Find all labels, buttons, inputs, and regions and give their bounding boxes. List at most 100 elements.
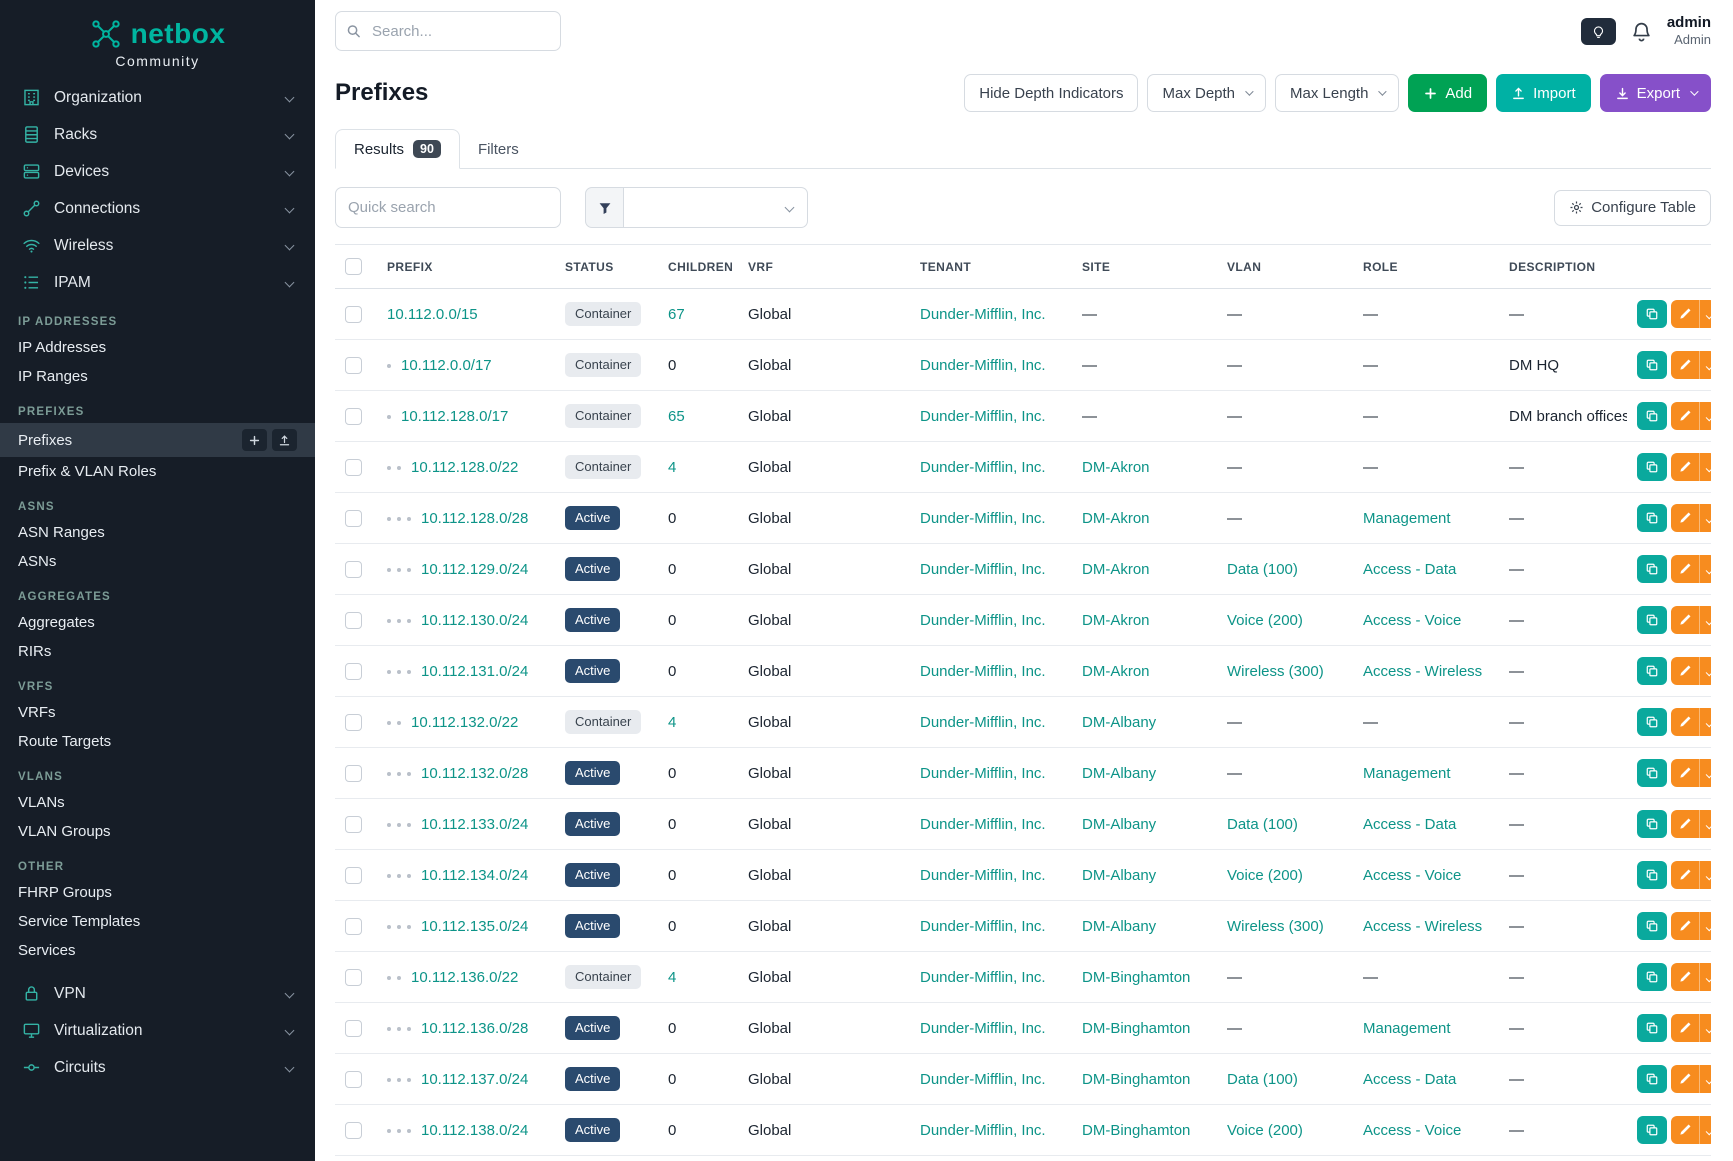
row-checkbox[interactable]: [345, 765, 362, 782]
sidebar-item-racks[interactable]: Racks: [0, 116, 315, 153]
prefix-link[interactable]: 10.112.132.0/28: [421, 765, 528, 782]
clone-button[interactable]: [1637, 759, 1667, 787]
clone-button[interactable]: [1637, 810, 1667, 838]
sidebar-item-fhrp-groups[interactable]: FHRP Groups: [0, 878, 315, 907]
edit-button[interactable]: [1671, 351, 1699, 379]
prefix-link[interactable]: 10.112.137.0/24: [421, 1071, 528, 1088]
sidebar-item-connections[interactable]: Connections: [0, 190, 315, 227]
export-button[interactable]: Export: [1600, 74, 1711, 112]
sidebar-item-prefix-vlan-roles[interactable]: Prefix & VLAN Roles: [0, 457, 315, 486]
edit-button[interactable]: [1671, 1014, 1699, 1042]
prefix-link[interactable]: 10.112.135.0/24: [421, 918, 528, 935]
edit-button[interactable]: [1671, 810, 1699, 838]
clone-button[interactable]: [1637, 453, 1667, 481]
edit-dropdown-button[interactable]: [1699, 810, 1711, 838]
edit-dropdown-button[interactable]: [1699, 504, 1711, 532]
edit-button[interactable]: [1671, 657, 1699, 685]
tenant-link[interactable]: Dunder-Mifflin, Inc.: [920, 969, 1046, 986]
edit-dropdown-button[interactable]: [1699, 861, 1711, 889]
edit-dropdown-button[interactable]: [1699, 555, 1711, 583]
column-header-children[interactable]: CHILDREN: [658, 245, 738, 289]
clone-button[interactable]: [1637, 708, 1667, 736]
sidebar-item-organization[interactable]: Organization: [0, 79, 315, 116]
prefix-link[interactable]: 10.112.133.0/24: [421, 816, 528, 833]
clone-button[interactable]: [1637, 912, 1667, 940]
tenant-link[interactable]: Dunder-Mifflin, Inc.: [920, 561, 1046, 578]
prefix-link[interactable]: 10.112.129.0/24: [421, 561, 528, 578]
row-checkbox[interactable]: [345, 459, 362, 476]
sidebar-item-devices[interactable]: Devices: [0, 153, 315, 190]
notifications-button[interactable]: [1631, 21, 1652, 42]
sidebar-item-asn-ranges[interactable]: ASN Ranges: [0, 518, 315, 547]
edit-dropdown-button[interactable]: [1699, 606, 1711, 634]
row-checkbox[interactable]: [345, 357, 362, 374]
import-button[interactable]: Import: [1496, 74, 1591, 112]
column-header-description[interactable]: DESCRIPTION: [1499, 245, 1627, 289]
prefix-link[interactable]: 10.112.0.0/15: [387, 306, 478, 323]
clone-button[interactable]: [1637, 1065, 1667, 1093]
vlan-link[interactable]: Wireless (300): [1227, 663, 1324, 680]
sidebar-item-route-targets[interactable]: Route Targets: [0, 727, 315, 756]
sidebar-item-virtualization[interactable]: Virtualization: [0, 1012, 315, 1049]
row-checkbox[interactable]: [345, 918, 362, 935]
edit-dropdown-button[interactable]: [1699, 759, 1711, 787]
prefix-link[interactable]: 10.112.131.0/24: [421, 663, 528, 680]
row-checkbox[interactable]: [345, 1122, 362, 1139]
tenant-link[interactable]: Dunder-Mifflin, Inc.: [920, 918, 1046, 935]
row-checkbox[interactable]: [345, 408, 362, 425]
tenant-link[interactable]: Dunder-Mifflin, Inc.: [920, 816, 1046, 833]
tenant-link[interactable]: Dunder-Mifflin, Inc.: [920, 408, 1046, 425]
role-link[interactable]: Access - Data: [1363, 816, 1456, 833]
edit-button[interactable]: [1671, 759, 1699, 787]
clone-button[interactable]: [1637, 402, 1667, 430]
clone-button[interactable]: [1637, 606, 1667, 634]
tab-results[interactable]: Results 90: [335, 129, 460, 169]
sidebar-item-rirs[interactable]: RIRs: [0, 637, 315, 666]
prefix-link[interactable]: 10.112.128.0/17: [401, 408, 508, 425]
tab-filters[interactable]: Filters: [460, 129, 537, 169]
edit-button[interactable]: [1671, 1116, 1699, 1144]
column-header-prefix[interactable]: PREFIX: [377, 245, 555, 289]
sidebar-item-circuits[interactable]: Circuits: [0, 1049, 315, 1086]
max-length-dropdown[interactable]: Max Length: [1275, 74, 1399, 112]
sidebar-item-asns[interactable]: ASNs: [0, 547, 315, 576]
row-checkbox[interactable]: [345, 663, 362, 680]
clone-button[interactable]: [1637, 351, 1667, 379]
clone-button[interactable]: [1637, 555, 1667, 583]
site-link[interactable]: DM-Binghamton: [1082, 969, 1190, 986]
site-link[interactable]: DM-Akron: [1082, 612, 1150, 629]
column-header-status[interactable]: STATUS: [555, 245, 658, 289]
site-link[interactable]: DM-Akron: [1082, 459, 1150, 476]
vlan-link[interactable]: Wireless (300): [1227, 918, 1324, 935]
theme-toggle-button[interactable]: [1581, 18, 1616, 45]
prefix-link[interactable]: 10.112.128.0/28: [421, 510, 528, 527]
row-checkbox[interactable]: [345, 714, 362, 731]
edit-dropdown-button[interactable]: [1699, 912, 1711, 940]
sidebar-item-vlan-groups[interactable]: VLAN Groups: [0, 817, 315, 846]
site-link[interactable]: DM-Albany: [1082, 918, 1156, 935]
saved-filter-select[interactable]: [624, 187, 808, 228]
row-checkbox[interactable]: [345, 510, 362, 527]
tenant-link[interactable]: Dunder-Mifflin, Inc.: [920, 1020, 1046, 1037]
site-link[interactable]: DM-Albany: [1082, 714, 1156, 731]
prefix-link[interactable]: 10.112.138.0/24: [421, 1122, 528, 1139]
edit-button[interactable]: [1671, 708, 1699, 736]
tenant-link[interactable]: Dunder-Mifflin, Inc.: [920, 612, 1046, 629]
children-count-link[interactable]: 65: [668, 408, 685, 425]
sidebar-item-prefixes[interactable]: Prefixes: [0, 423, 315, 457]
vlan-link[interactable]: Data (100): [1227, 816, 1298, 833]
sidebar-item-vlans[interactable]: VLANs: [0, 788, 315, 817]
role-link[interactable]: Management: [1363, 510, 1451, 527]
edit-dropdown-button[interactable]: [1699, 1065, 1711, 1093]
row-checkbox[interactable]: [345, 561, 362, 578]
vlan-link[interactable]: Data (100): [1227, 1071, 1298, 1088]
edit-button[interactable]: [1671, 1065, 1699, 1093]
column-header-role[interactable]: ROLE: [1353, 245, 1499, 289]
column-header-site[interactable]: SITE: [1072, 245, 1217, 289]
role-link[interactable]: Management: [1363, 1020, 1451, 1037]
global-search-input[interactable]: [335, 11, 561, 51]
edit-button[interactable]: [1671, 453, 1699, 481]
edit-button[interactable]: [1671, 912, 1699, 940]
row-checkbox[interactable]: [345, 816, 362, 833]
clone-button[interactable]: [1637, 1116, 1667, 1144]
